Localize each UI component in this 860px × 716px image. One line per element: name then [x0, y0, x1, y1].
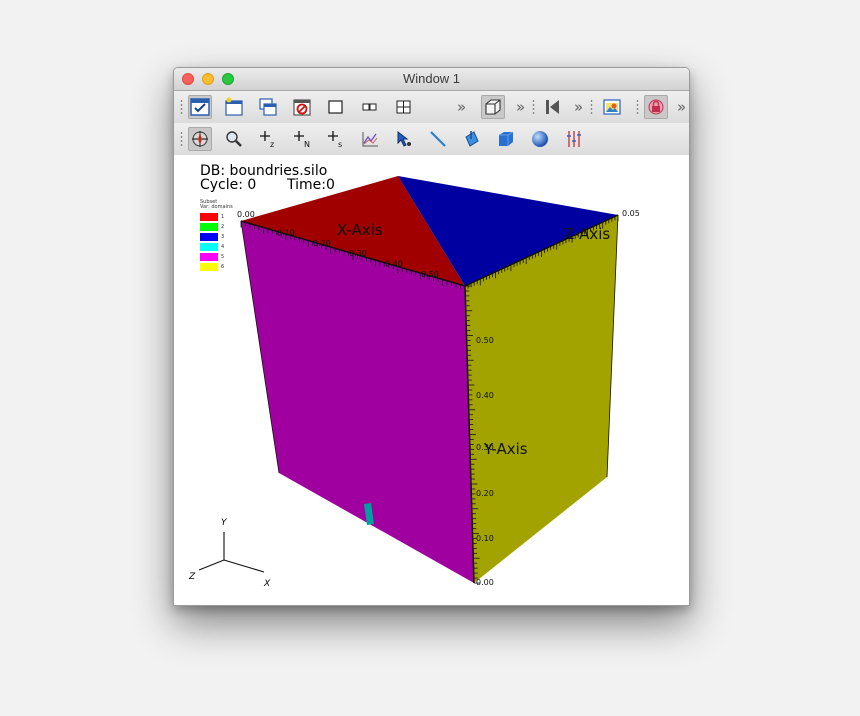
- y-tick-label: 0.50: [476, 336, 494, 345]
- zoom-icon[interactable]: [222, 127, 246, 151]
- sphere-tool-icon[interactable]: [528, 127, 552, 151]
- layout-1x2-icon[interactable]: [358, 95, 382, 119]
- axes-triad: Y X Z: [188, 518, 271, 589]
- copy-window-icon[interactable]: [256, 95, 280, 119]
- toolbar-mode: z N s: [174, 123, 689, 156]
- svg-text:s: s: [338, 140, 342, 149]
- x-tick-label: 0.50: [421, 270, 439, 279]
- y-tick-label: 0.00: [476, 578, 494, 587]
- toolbar-grip[interactable]: [532, 99, 535, 115]
- window-title: Window 1: [402, 71, 461, 86]
- svg-text:N: N: [304, 140, 310, 149]
- zone-pick-icon[interactable]: z: [256, 127, 280, 151]
- toolbar-grip[interactable]: [590, 99, 593, 115]
- y-tick-label: 0.40: [476, 391, 494, 400]
- x-axis-title: X-Axis: [337, 221, 383, 239]
- toolbar-grip[interactable]: [636, 99, 639, 115]
- delete-window-icon[interactable]: [290, 95, 314, 119]
- plot-canvas: X-Axis Z-Axis Y-Axis 0.000.100.200.300.4…: [188, 176, 640, 589]
- y-tick-label: 0.20: [476, 489, 494, 498]
- y-tick-label: 0.10: [476, 534, 494, 543]
- new-window-icon[interactable]: [222, 95, 246, 119]
- plane-tool-icon[interactable]: [460, 127, 484, 151]
- toolbar-grip[interactable]: [180, 131, 183, 147]
- x-tick-label: 0.30: [349, 249, 367, 258]
- layout-1x1-icon[interactable]: [324, 95, 348, 119]
- view-3d-icon[interactable]: [481, 95, 505, 119]
- box-tool-icon[interactable]: [494, 127, 518, 151]
- title-bar[interactable]: Window 1: [174, 68, 689, 91]
- axis-restrict-icon[interactable]: [562, 127, 586, 151]
- animation-back-icon[interactable]: [541, 95, 565, 119]
- navigate-icon[interactable]: [188, 127, 212, 151]
- triad-y-label: Y: [221, 518, 228, 528]
- triad-x-label: X: [263, 579, 271, 589]
- toolbar-window: » » » »: [174, 91, 689, 124]
- checkbox-window-icon[interactable]: [188, 95, 212, 119]
- x-tick-label: 0.40: [385, 260, 403, 269]
- overflow-chevron-icon[interactable]: »: [457, 98, 466, 116]
- z-tick-label: 0.05: [622, 209, 640, 218]
- z-axis-title: Z-Axis: [564, 225, 610, 243]
- layout-2x2-icon[interactable]: [392, 95, 416, 119]
- overflow-chevron-icon[interactable]: »: [574, 98, 583, 116]
- x-tick-label: 0.00: [237, 210, 255, 219]
- overflow-chevron-icon[interactable]: »: [677, 98, 686, 116]
- node-pick-icon[interactable]: N: [290, 127, 314, 151]
- toolbar-grip[interactable]: [180, 99, 183, 115]
- render-viewport[interactable]: DB: boundries.silo Cycle: 0 Time:0 Subse…: [174, 155, 689, 605]
- x-tick-label: 0.10: [277, 228, 295, 237]
- lock-view-icon[interactable]: [644, 95, 668, 119]
- svg-text:z: z: [270, 140, 274, 149]
- visit-window: Window 1 » » » » z N s DB: boundries.sil…: [173, 67, 690, 606]
- triad-z-label: Z: [188, 572, 196, 582]
- curve-lineout-icon[interactable]: [358, 127, 382, 151]
- x-tick-label: 0.20: [313, 239, 331, 248]
- line-tool-icon[interactable]: [426, 127, 450, 151]
- pick-pointer-icon[interactable]: [392, 127, 416, 151]
- y-tick-label: 0.30: [476, 443, 494, 452]
- spreadsheet-pick-icon[interactable]: s: [324, 127, 348, 151]
- overflow-chevron-icon[interactable]: »: [516, 98, 525, 116]
- picture-icon[interactable]: [600, 95, 624, 119]
